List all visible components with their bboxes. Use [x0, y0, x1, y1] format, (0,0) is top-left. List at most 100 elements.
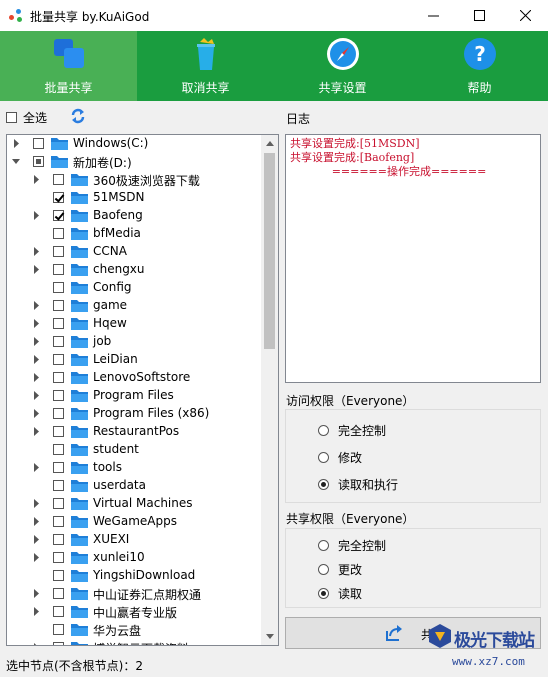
tree-row-checkbox[interactable] — [33, 138, 44, 149]
radio-button[interactable] — [318, 452, 329, 463]
tree-expand-icon[interactable] — [32, 301, 41, 310]
tree-row-checkbox[interactable] — [53, 570, 64, 581]
tree-row[interactable]: xunlei10 — [7, 549, 261, 567]
tree-row[interactable]: Config — [7, 279, 261, 297]
tree-row-checkbox[interactable] — [53, 300, 64, 311]
tree-expand-icon[interactable] — [32, 553, 41, 562]
tree-expand-icon[interactable] — [32, 589, 41, 598]
tree-row-checkbox[interactable] — [53, 534, 64, 545]
tree-row[interactable]: Virtual Machines — [7, 495, 261, 513]
tree-row[interactable]: WeGameApps — [7, 513, 261, 531]
tree-expand-icon[interactable] — [32, 391, 41, 400]
tree-expand-icon[interactable] — [32, 409, 41, 418]
tree-row-checkbox[interactable] — [53, 552, 64, 563]
share_perm-option[interactable]: 更改 — [318, 561, 362, 578]
tree-row-checkbox[interactable] — [53, 588, 64, 599]
tree-row-checkbox[interactable] — [53, 642, 64, 645]
tree-row-checkbox[interactable] — [53, 282, 64, 293]
radio-button[interactable] — [318, 425, 329, 436]
tree-row-checkbox[interactable] — [33, 156, 44, 167]
tree-row-checkbox[interactable] — [53, 336, 64, 347]
toolbar-help[interactable]: ? 帮助 — [411, 31, 548, 101]
maximize-button[interactable] — [456, 0, 502, 31]
tree-row-checkbox[interactable] — [53, 480, 64, 491]
tree-row-checkbox[interactable] — [53, 516, 64, 527]
refresh-icon[interactable] — [69, 107, 87, 125]
tree-row[interactable]: userdata — [7, 477, 261, 495]
folder-tree[interactable]: Windows(C:) 新加卷(D:) 360极速浏览器下载 51MSDN Baofen… — [6, 134, 279, 646]
tree-row[interactable]: game — [7, 297, 261, 315]
tree-row[interactable]: student — [7, 441, 261, 459]
tree-expand-icon[interactable] — [32, 211, 41, 220]
tree-collapse-icon[interactable] — [12, 157, 21, 166]
tree-row-checkbox[interactable] — [53, 606, 64, 617]
access-option[interactable]: 修改 — [318, 449, 362, 466]
tree-expand-icon[interactable] — [32, 355, 41, 364]
tree-expand-icon[interactable] — [32, 175, 41, 184]
tree-row[interactable]: LenovoSoftstore — [7, 369, 261, 387]
tree-row[interactable]: 360极速浏览器下载 — [7, 171, 261, 189]
tree-scrollbar[interactable] — [261, 135, 278, 645]
tree-row[interactable]: Program Files — [7, 387, 261, 405]
access-option[interactable]: 读取和执行 — [318, 476, 398, 493]
tree-row[interactable]: 中山证券汇点期权通 — [7, 585, 261, 603]
tree-row[interactable]: Hqew — [7, 315, 261, 333]
scroll-up-button[interactable] — [261, 135, 278, 152]
tree-row-checkbox[interactable] — [53, 408, 64, 419]
tree-row-checkbox[interactable] — [53, 228, 64, 239]
scroll-down-button[interactable] — [261, 628, 278, 645]
tree-row-checkbox[interactable] — [53, 246, 64, 257]
tree-row[interactable]: chengxu — [7, 261, 261, 279]
tree-row[interactable]: RestaurantPos — [7, 423, 261, 441]
tree-row[interactable]: 51MSDN — [7, 189, 261, 207]
radio-button[interactable] — [318, 564, 329, 575]
tree-row-checkbox[interactable] — [53, 498, 64, 509]
access-option[interactable]: 完全控制 — [318, 422, 386, 439]
tree-expand-icon[interactable] — [32, 319, 41, 328]
share_perm-option[interactable]: 读取 — [318, 585, 362, 602]
tree-expand-icon[interactable] — [12, 139, 21, 148]
toolbar-share-settings[interactable]: 共享设置 — [274, 31, 411, 101]
tree-row-checkbox[interactable] — [53, 624, 64, 635]
radio-button[interactable] — [318, 479, 329, 490]
tree-row[interactable]: CCNA — [7, 243, 261, 261]
tree-expand-icon[interactable] — [32, 337, 41, 346]
tree-expand-icon[interactable] — [32, 247, 41, 256]
tree-row[interactable]: XUEXI — [7, 531, 261, 549]
tree-row[interactable]: Program Files (x86) — [7, 405, 261, 423]
close-button[interactable] — [502, 0, 548, 31]
tree-row-checkbox[interactable] — [53, 354, 64, 365]
tree-row[interactable]: 博学智云下载资料 — [7, 639, 261, 646]
tree-row-checkbox[interactable] — [53, 174, 64, 185]
tree-row-checkbox[interactable] — [53, 390, 64, 401]
tree-row-checkbox[interactable] — [53, 318, 64, 329]
tree-expand-icon[interactable] — [32, 607, 41, 616]
tree-expand-icon[interactable] — [32, 643, 41, 646]
tree-row-checkbox[interactable] — [53, 462, 64, 473]
radio-button[interactable] — [318, 588, 329, 599]
tree-row[interactable]: tools — [7, 459, 261, 477]
radio-button[interactable] — [318, 540, 329, 551]
share_perm-option[interactable]: 完全控制 — [318, 537, 386, 554]
tree-row-checkbox[interactable] — [53, 372, 64, 383]
tree-row[interactable]: 新加卷(D:) — [7, 153, 261, 171]
tree-row-checkbox[interactable] — [53, 210, 64, 221]
log-textbox[interactable]: 共享设置完成:[51MSDN] 共享设置完成:[Baofeng] ======操作完… — [285, 134, 541, 383]
tree-expand-icon[interactable] — [32, 463, 41, 472]
tree-row[interactable]: Baofeng — [7, 207, 261, 225]
tree-row-checkbox[interactable] — [53, 264, 64, 275]
select-all-checkbox[interactable] — [6, 111, 17, 123]
select-all[interactable]: 全选 — [6, 108, 47, 126]
tree-row[interactable]: 中山赢者专业版 — [7, 603, 261, 621]
tree-expand-icon[interactable] — [32, 265, 41, 274]
toolbar-cancel-share[interactable]: 取消共享 — [137, 31, 274, 101]
scroll-thumb[interactable] — [264, 153, 275, 349]
tree-expand-icon[interactable] — [32, 499, 41, 508]
tree-expand-icon[interactable] — [32, 373, 41, 382]
tree-expand-icon[interactable] — [32, 427, 41, 436]
tree-row-checkbox[interactable] — [53, 426, 64, 437]
tree-row-checkbox[interactable] — [53, 444, 64, 455]
tree-row[interactable]: 华为云盘 — [7, 621, 261, 639]
tree-expand-icon[interactable] — [32, 517, 41, 526]
tree-row[interactable]: Windows(C:) — [7, 135, 261, 153]
